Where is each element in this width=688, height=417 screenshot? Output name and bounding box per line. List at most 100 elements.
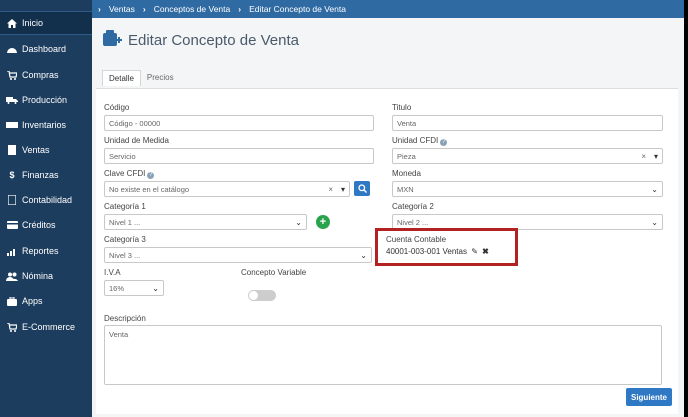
inventory-icon (6, 120, 18, 130)
unidad-medida-label: Unidad de Medida (104, 136, 169, 145)
tab-precios[interactable]: Precios (141, 70, 180, 86)
categoria3-value: Nivel 3 ... (109, 250, 141, 260)
cart-icon (6, 322, 18, 332)
titulo-label: Titulo (392, 103, 412, 112)
sidebar-item-label: Producción (22, 95, 68, 105)
sidebar-item-ventas[interactable]: Ventas (0, 139, 92, 161)
add-category-button[interactable]: + (316, 215, 330, 229)
sidebar-item-label: Nómina (22, 271, 54, 281)
chevron-right-icon: › (98, 4, 101, 14)
categoria1-label: Categoría 1 (104, 202, 146, 211)
chevron-down-icon: ▾ (340, 185, 345, 194)
descripcion-textarea[interactable]: Venta (104, 325, 662, 385)
users-icon (6, 271, 18, 281)
breadcrumb-item: Editar Concepto de Venta (249, 4, 346, 14)
sidebar-item-label: E-Commerce (22, 322, 76, 332)
clave-cfdi-label: Clave CFDI? (104, 169, 155, 179)
plus-icon: + (319, 216, 327, 228)
sidebar-item-produccion[interactable]: Producción (0, 89, 92, 111)
app-window: Inicio Dashboard Compras Producción Inve… (0, 0, 684, 417)
categoria2-value: Nivel 2 ... (397, 217, 429, 227)
sidebar-item-label: Apps (22, 296, 43, 306)
codigo-label: Código (104, 103, 130, 112)
search-icon (357, 184, 367, 193)
sidebar-item-compras[interactable]: Compras (0, 64, 92, 86)
breadcrumb-item[interactable]: Conceptos de Venta (154, 4, 231, 14)
accounting-icon (6, 195, 18, 205)
sidebar-item-label: Compras (22, 70, 59, 80)
moneda-value: MXN (397, 184, 414, 194)
iva-value: 16% (109, 283, 125, 293)
categoria1-value: Nivel 1 ... (109, 217, 141, 227)
sidebar-item-label: Inventarios (22, 120, 67, 130)
sidebar-item-nomina[interactable]: Nómina (0, 265, 92, 287)
sidebar-item-label: Ventas (22, 145, 50, 155)
highlight-box (375, 228, 518, 266)
sidebar: Inicio Dashboard Compras Producción Inve… (0, 0, 93, 417)
sidebar-item-label: Créditos (22, 220, 56, 230)
sidebar-item-apps[interactable]: Apps (0, 290, 92, 312)
descripcion-label: Descripción (104, 314, 146, 323)
dollar-icon: $ (9, 170, 15, 180)
iva-select[interactable]: 16% ⌄ (104, 280, 164, 296)
chevron-down-icon: ⌄ (152, 284, 159, 293)
credit-card-icon (6, 220, 18, 230)
codigo-input[interactable]: Código - 00000 (104, 115, 374, 131)
main-content: Editar Concepto de Venta Detalle Precios… (92, 18, 684, 417)
concepto-variable-label: Concepto Variable (241, 268, 307, 277)
sales-icon (6, 145, 18, 155)
truck-icon (6, 95, 18, 105)
chevron-right-icon: › (142, 4, 146, 14)
unidad-cfdi-select[interactable]: Pieza × ▾ (392, 148, 663, 164)
clear-icon[interactable]: × (641, 152, 646, 161)
sidebar-item-inicio[interactable]: Inicio (0, 11, 93, 35)
unidad-medida-input[interactable]: Servicio (104, 148, 374, 164)
sidebar-item-finanzas[interactable]: $ Finanzas (0, 164, 92, 186)
dashboard-icon (6, 44, 18, 54)
categoria3-select[interactable]: Nivel 3 ... ⌄ (104, 247, 372, 263)
unidad-cfdi-value: Pieza (397, 151, 416, 161)
page-title: Editar Concepto de Venta (128, 31, 299, 49)
clear-icon[interactable]: × (328, 185, 333, 194)
categoria1-select[interactable]: Nivel 1 ... ⌄ (104, 214, 307, 230)
sidebar-item-creditos[interactable]: Créditos (0, 214, 92, 236)
sidebar-item-label: Dashboard (22, 44, 67, 54)
sidebar-item-inventarios[interactable]: Inventarios (0, 114, 92, 136)
concepto-variable-toggle[interactable] (248, 290, 276, 301)
sidebar-item-label: Reportes (22, 246, 59, 256)
iva-label: I.V.A (104, 268, 121, 277)
page-header: Editar Concepto de Venta (102, 30, 299, 50)
search-button[interactable] (354, 181, 370, 196)
chevron-right-icon: › (238, 4, 242, 14)
sidebar-item-label: Finanzas (22, 170, 59, 180)
categoria2-label: Categoría 2 (392, 202, 434, 211)
titulo-input[interactable]: Venta (392, 115, 663, 131)
moneda-select[interactable]: MXN ⌄ (392, 181, 663, 197)
home-icon (6, 18, 18, 28)
cart-icon (6, 70, 18, 80)
breadcrumb: › Ventas › Conceptos de Venta › Editar C… (92, 0, 684, 18)
clave-cfdi-value: No existe en el catálogo (109, 184, 190, 194)
chevron-down-icon: ⌄ (651, 218, 658, 227)
moneda-label: Moneda (392, 169, 421, 178)
chevron-down-icon: ▾ (653, 152, 658, 161)
categoria3-label: Categoría 3 (104, 235, 146, 244)
chevron-down-icon: ⌄ (295, 218, 302, 227)
chevron-down-icon: ⌄ (360, 251, 367, 260)
sidebar-item-label: Contabilidad (22, 195, 73, 205)
sidebar-item-dashboard[interactable]: Dashboard (0, 38, 92, 60)
sidebar-item-reportes[interactable]: Reportes (0, 240, 92, 262)
sidebar-item-label: Inicio (22, 18, 44, 28)
chart-icon (6, 246, 18, 256)
tab-detalle[interactable]: Detalle (102, 70, 141, 86)
breadcrumb-item[interactable]: Ventas (109, 4, 135, 14)
info-icon[interactable]: ? (147, 172, 155, 179)
sidebar-item-contabilidad[interactable]: Contabilidad (0, 189, 92, 211)
info-icon[interactable]: ? (440, 139, 448, 146)
siguiente-button[interactable]: Siguiente (626, 388, 672, 406)
chevron-down-icon: ⌄ (651, 185, 658, 194)
briefcase-icon (6, 296, 18, 306)
sidebar-item-ecommerce[interactable]: E-Commerce (0, 316, 92, 338)
unidad-cfdi-label: Unidad CFDI? (392, 136, 448, 146)
clave-cfdi-select[interactable]: No existe en el catálogo × ▾ (104, 181, 350, 197)
